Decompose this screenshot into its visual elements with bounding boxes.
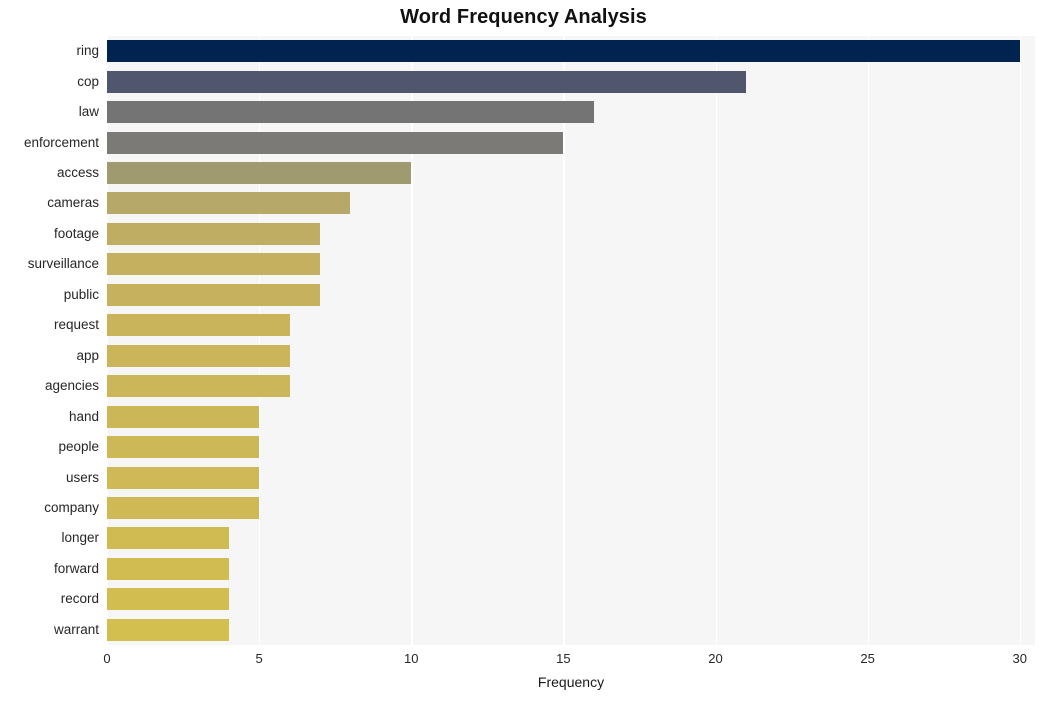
bar-law[interactable] bbox=[107, 101, 594, 124]
x-axis-ticks: 0 5 10 15 20 25 30 bbox=[103, 645, 1035, 673]
x-tick-label-0: 0 bbox=[103, 651, 111, 666]
y-tick-label-warrant: warrant bbox=[53, 621, 99, 637]
bar-fill bbox=[107, 70, 746, 93]
y-tick-label-longer: longer bbox=[61, 530, 99, 546]
bar-company[interactable] bbox=[107, 496, 260, 519]
bar-fill bbox=[107, 557, 229, 580]
y-tick-label-forward: forward bbox=[53, 560, 99, 576]
bar-fill bbox=[107, 283, 320, 306]
y-tick-label-app: app bbox=[76, 347, 99, 363]
y-tick-label-public: public bbox=[63, 286, 99, 302]
y-tick-label-cameras: cameras bbox=[47, 195, 99, 211]
y-tick-label-users: users bbox=[65, 469, 99, 485]
bar-fill bbox=[107, 101, 594, 124]
bar-people[interactable] bbox=[107, 436, 260, 459]
x-tick-label-15: 15 bbox=[556, 651, 571, 666]
bar-fill bbox=[107, 466, 260, 489]
bars-layer bbox=[107, 36, 1035, 645]
bar-warrant[interactable] bbox=[107, 618, 229, 641]
bar-forward[interactable] bbox=[107, 557, 229, 580]
bar-fill bbox=[107, 405, 260, 428]
bar-fill bbox=[107, 375, 290, 398]
bar-fill bbox=[107, 344, 290, 367]
bar-record[interactable] bbox=[107, 588, 229, 611]
bar-fill bbox=[107, 618, 229, 641]
x-tick-label-5: 5 bbox=[255, 651, 263, 666]
bar-fill bbox=[107, 162, 412, 185]
bar-enforcement[interactable] bbox=[107, 131, 564, 154]
y-tick-label-cop: cop bbox=[77, 73, 99, 89]
y-tick-label-hand: hand bbox=[68, 408, 99, 424]
bar-public[interactable] bbox=[107, 283, 320, 306]
bar-app[interactable] bbox=[107, 344, 290, 367]
y-tick-label-record: record bbox=[60, 591, 99, 607]
x-tick-label-20: 20 bbox=[708, 651, 723, 666]
bar-fill bbox=[107, 496, 260, 519]
y-axis-labels: ring cop law enforcement access cameras footag… bbox=[0, 36, 99, 645]
y-tick-label-access: access bbox=[56, 165, 99, 181]
bar-fill bbox=[107, 222, 320, 245]
bar-access[interactable] bbox=[107, 162, 412, 185]
bar-surveillance[interactable] bbox=[107, 253, 320, 276]
x-axis-title: Frequency bbox=[537, 674, 605, 690]
bar-footage[interactable] bbox=[107, 222, 320, 245]
bar-fill bbox=[107, 314, 290, 337]
bar-longer[interactable] bbox=[107, 527, 229, 550]
y-tick-label-company: company bbox=[44, 499, 99, 515]
bar-fill bbox=[107, 131, 564, 154]
x-tick-label-25: 25 bbox=[860, 651, 875, 666]
x-tick-label-30: 30 bbox=[1012, 651, 1028, 666]
bar-fill bbox=[107, 192, 351, 215]
bar-fill bbox=[107, 40, 1020, 63]
bar-fill bbox=[107, 588, 229, 611]
bar-cameras[interactable] bbox=[107, 192, 351, 215]
y-tick-label-footage: footage bbox=[53, 225, 99, 241]
y-tick-label-ring: ring bbox=[76, 43, 99, 59]
x-tick-label-10: 10 bbox=[404, 651, 419, 666]
bar-hand[interactable] bbox=[107, 405, 260, 428]
y-tick-label-request: request bbox=[53, 317, 99, 333]
y-tick-label-agencies: agencies bbox=[44, 378, 99, 394]
bar-users[interactable] bbox=[107, 466, 260, 489]
word-frequency-chart: Word Frequency Analysis ring cop law enforc… bbox=[0, 0, 1047, 701]
bar-fill bbox=[107, 436, 260, 459]
bar-fill bbox=[107, 527, 229, 550]
bar-fill bbox=[107, 253, 320, 276]
y-tick-label-people: people bbox=[58, 439, 99, 455]
bar-request[interactable] bbox=[107, 314, 290, 337]
bar-agencies[interactable] bbox=[107, 375, 290, 398]
y-tick-label-law: law bbox=[78, 104, 99, 120]
y-tick-label-enforcement: enforcement bbox=[23, 134, 99, 150]
y-tick-label-surveillance: surveillance bbox=[27, 256, 99, 272]
chart-title: Word Frequency Analysis bbox=[400, 6, 647, 28]
bar-ring[interactable] bbox=[107, 40, 1020, 63]
bar-cop[interactable] bbox=[107, 70, 746, 93]
